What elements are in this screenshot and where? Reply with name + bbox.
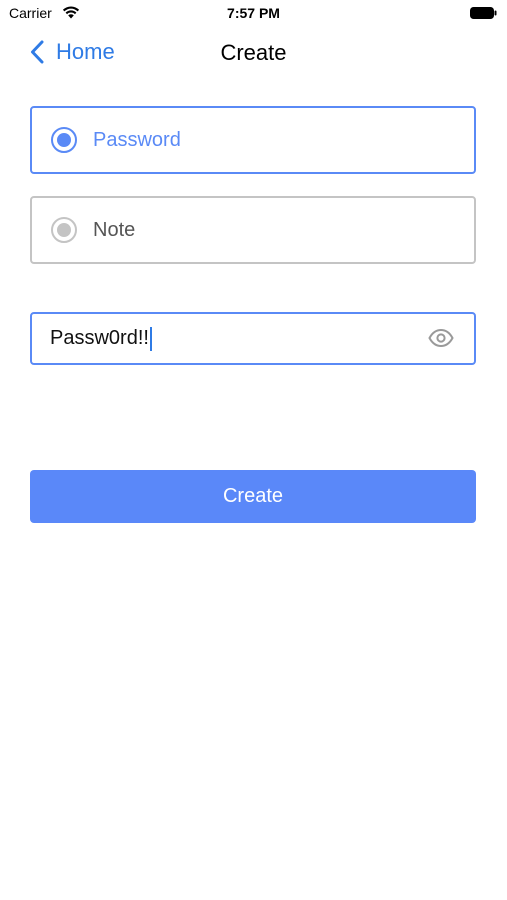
option-label: Note: [93, 218, 136, 241]
option-label: Password: [93, 128, 181, 151]
option-note[interactable]: Note: [30, 196, 476, 264]
password-text: Passw0rd!!: [50, 327, 149, 349]
radio-unselected-icon: [51, 217, 77, 243]
battery-icon: [470, 7, 497, 19]
option-password[interactable]: Password: [30, 106, 476, 174]
text-cursor: [149, 326, 152, 351]
page-title: Create: [220, 40, 287, 65]
create-button-label: Create: [222, 485, 284, 507]
password-input[interactable]: Passw0rd!!: [30, 312, 476, 365]
radio-selected-icon: [51, 127, 77, 153]
status-bar: Carrier 7:57 PM: [0, 0, 507, 28]
password-input-value: Passw0rd!!: [50, 326, 152, 351]
eye-icon[interactable]: [428, 327, 454, 349]
create-button[interactable]: Create: [30, 470, 476, 523]
status-time: 7:57 PM: [227, 5, 280, 21]
create-screen: Carrier 7:57 PM Home Create Password Not…: [0, 0, 507, 900]
navigation-bar: Home Create: [0, 28, 507, 76]
